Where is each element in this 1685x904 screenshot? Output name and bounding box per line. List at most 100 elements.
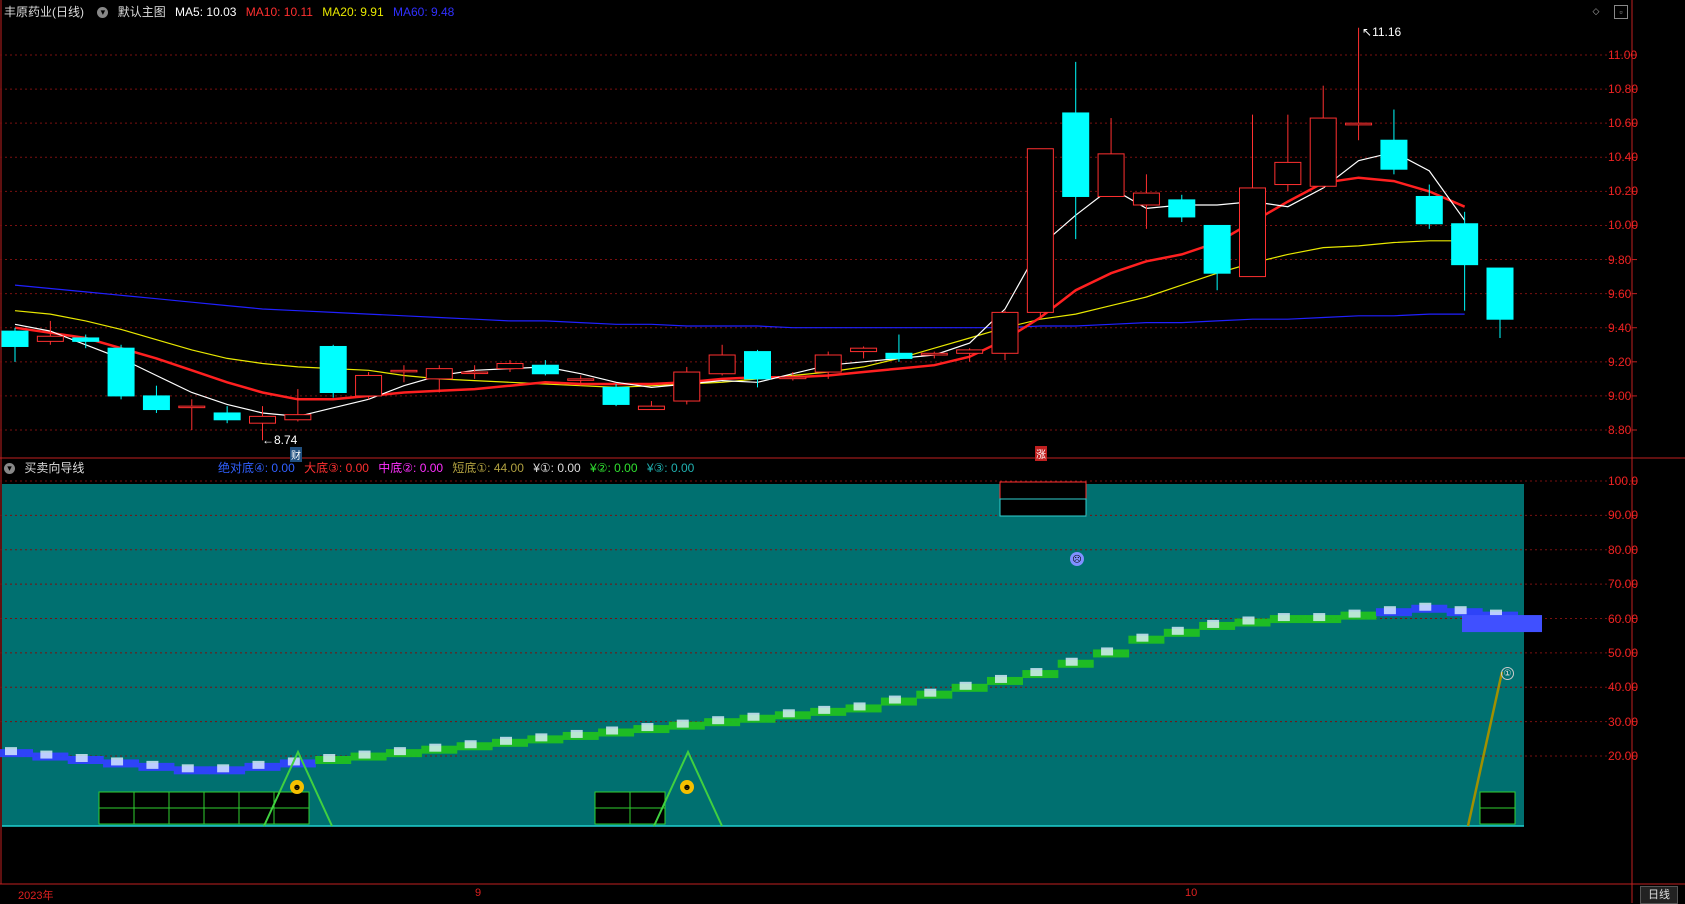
price-tick-label: 8.80 [1608, 423, 1632, 437]
guide-band-highlight [252, 760, 265, 769]
guide-band-highlight [500, 736, 512, 745]
guide-band-highlight [888, 695, 901, 704]
indicator-tick-label: 90.00 [1608, 508, 1639, 523]
price-tick-label: 10.80 [1608, 82, 1639, 97]
candle-body [213, 412, 241, 421]
candle-body [107, 347, 135, 397]
date-label-year: 2023年 [18, 890, 54, 902]
price-tick-label: 10.20 [1608, 184, 1639, 199]
price-tick-label: 9.60 [1608, 286, 1632, 301]
guide-band-highlight [1277, 613, 1290, 622]
candle-body [1168, 199, 1196, 218]
signal-grid-box [203, 807, 240, 825]
date-label-oct: 10 [1185, 887, 1198, 899]
guide-band-highlight [1383, 606, 1396, 615]
signal-grid-box [98, 791, 135, 809]
signal-grid-box [594, 807, 631, 825]
candle-body [319, 345, 347, 393]
candle-body [850, 347, 878, 353]
candle-body [284, 414, 312, 421]
candle-body [1486, 267, 1514, 320]
guide-band-highlight [782, 709, 795, 718]
ma60-line [14, 284, 1465, 329]
candle-body [1309, 117, 1337, 187]
indicator-tick-label: 40.00 [1608, 680, 1639, 695]
guide-band-highlight [1242, 616, 1255, 625]
guide-band-highlight [146, 760, 159, 769]
price-tick-label: 11.00 [1608, 48, 1638, 62]
signal-grid-box [133, 807, 170, 825]
guide-band-highlight [712, 716, 725, 725]
cai-badge[interactable]: 财 [290, 447, 302, 462]
stock-chart[interactable] [0, 0, 1685, 903]
candle-body [1132, 192, 1160, 206]
top-signal-box-red [999, 481, 1087, 500]
signal-grid-box [168, 791, 205, 809]
signal-grid-box [1479, 791, 1516, 809]
candle-body [36, 335, 64, 342]
guide-band-highlight [535, 733, 548, 742]
guide-band-highlight [40, 750, 53, 759]
candle-body [249, 415, 276, 424]
candle-body [1203, 224, 1231, 274]
candle-body [425, 368, 453, 380]
signal-grid-box [133, 791, 170, 809]
signal-grid-box [203, 791, 240, 809]
candle-body [390, 369, 418, 373]
guide-band-highlight [924, 688, 937, 697]
candle-body [956, 349, 984, 354]
signal-grid-box [1479, 807, 1516, 825]
smiley-icon: ☻ [290, 780, 304, 794]
guide-band-highlight [676, 719, 689, 728]
guide-band-end-block [1462, 615, 1542, 633]
guide-band-highlight [358, 750, 371, 759]
candle-body [1062, 112, 1090, 197]
indicator-tick-label: 60.00 [1608, 611, 1639, 626]
smiley-icon: ☻ [680, 780, 694, 794]
guide-band-highlight [1171, 626, 1184, 635]
marker-one: ① [1501, 667, 1514, 680]
period-button[interactable]: 日线 [1640, 886, 1678, 904]
indicator-tick-label: 100.0 [1608, 474, 1639, 488]
candle-body [779, 376, 807, 380]
price-tick-label: 10.00 [1608, 218, 1639, 233]
candle-body [708, 354, 736, 375]
candle-body [531, 364, 559, 375]
candle-body [1, 330, 29, 347]
signal-grid-box [629, 791, 666, 809]
candle-body [567, 378, 595, 381]
price-tick-label: 9.40 [1608, 320, 1632, 335]
guide-band-highlight [75, 754, 88, 762]
guide-band-highlight [1065, 657, 1078, 666]
signal-grid-box [98, 807, 135, 825]
guide-band-highlight [217, 764, 230, 773]
candle-body [637, 405, 665, 411]
guide-band-highlight [5, 747, 17, 756]
indicator-tick-label: 30.00 [1608, 714, 1639, 729]
indicator-panel [0, 480, 1637, 827]
date-label-sep: 9 [475, 887, 482, 899]
guide-band-highlight [111, 757, 124, 766]
candle-body [1097, 153, 1125, 197]
zhang-badge[interactable]: 涨 [1035, 446, 1047, 461]
candle-body [72, 337, 100, 342]
guide-band-highlight [747, 712, 760, 721]
low-value: 8.74 [274, 433, 298, 447]
guide-band-highlight [323, 754, 336, 762]
guide-band-highlight [181, 764, 194, 773]
candle-body [496, 363, 524, 370]
candle-body [1026, 148, 1054, 313]
price-tick-label: 10.40 [1608, 150, 1639, 165]
candle-body [602, 386, 630, 405]
candle-body [885, 352, 913, 359]
indicator-background [2, 484, 1524, 826]
guide-band-highlight [1030, 668, 1043, 677]
guide-band-highlight [1313, 613, 1326, 622]
guide-band-highlight [393, 747, 406, 756]
candle-body [1274, 161, 1302, 186]
candles [1, 27, 1514, 441]
signal-grid-box [238, 791, 275, 809]
candle-body [1415, 195, 1443, 225]
ma60-path [14, 284, 1465, 329]
candle-body [178, 405, 206, 409]
